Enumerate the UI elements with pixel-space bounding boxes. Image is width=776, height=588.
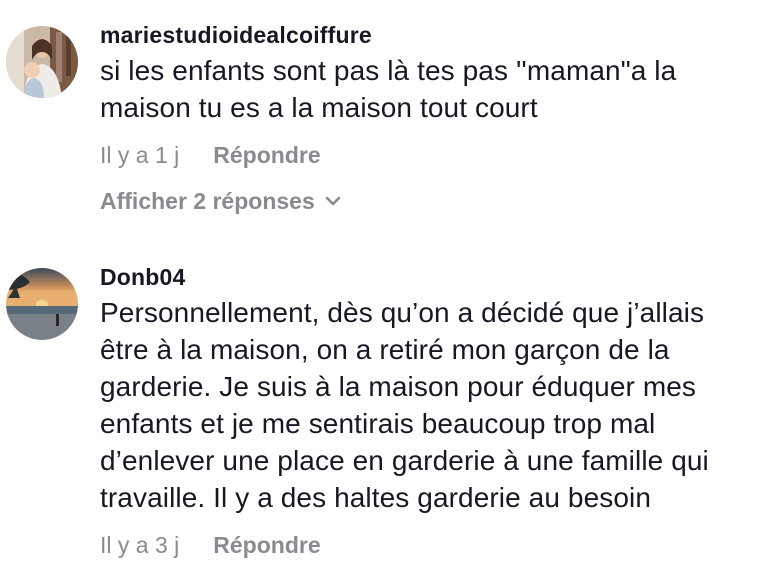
comment-username[interactable]: mariestudioidealcoiffure bbox=[100, 20, 760, 50]
comment-text: si les enfants sont pas là tes pas ''mam… bbox=[100, 55, 677, 123]
comment-body: mariestudioidealcoiffure si les enfants … bbox=[100, 20, 760, 216]
profile-photo-icon bbox=[6, 268, 78, 340]
profile-photo-icon bbox=[6, 26, 78, 98]
comment-meta: Il y a 1 j Répondre bbox=[100, 140, 760, 170]
reply-button[interactable]: Répondre bbox=[213, 140, 320, 170]
comment-body: Donb04 Personnellement, dès qu’on a déci… bbox=[100, 262, 760, 560]
avatar[interactable] bbox=[6, 268, 78, 340]
avatar[interactable] bbox=[6, 26, 78, 98]
comment-timestamp: Il y a 1 j bbox=[100, 142, 180, 168]
show-replies-label: Afficher 2 réponses bbox=[100, 188, 315, 214]
show-replies-button[interactable]: Afficher 2 réponses bbox=[100, 186, 341, 216]
comment-timestamp: Il y a 3 j bbox=[100, 532, 180, 558]
chevron-down-icon bbox=[325, 196, 341, 206]
comment-text: Personnellement, dès qu’on a décidé que … bbox=[100, 297, 709, 513]
reply-button[interactable]: Répondre bbox=[213, 530, 320, 560]
comment-username[interactable]: Donb04 bbox=[100, 262, 760, 292]
comment-meta: Il y a 3 j Répondre bbox=[100, 530, 760, 560]
